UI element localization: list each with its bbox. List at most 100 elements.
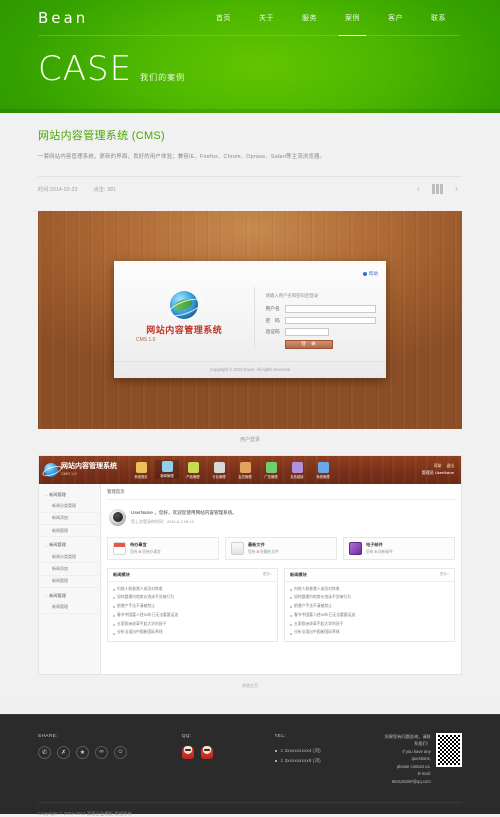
qzone-icon[interactable]: ☺ xyxy=(114,745,127,759)
toolbar-item-home[interactable]: 系统首页 xyxy=(129,462,153,479)
toolbar-item-news[interactable]: 新闻管理 xyxy=(155,460,179,480)
hero-banner: Bean 首页 关于 服务 案例 客户 联系 CASE 我们的案例 xyxy=(0,0,500,113)
list-item[interactable]: 前港产手法不清被禁止 xyxy=(113,602,272,611)
password-row: 密 码 xyxy=(265,316,376,325)
admin-help-link[interactable]: 帮助 xyxy=(434,464,442,469)
star-icon[interactable]: ★ xyxy=(76,745,89,759)
help-link[interactable]: 帮助 xyxy=(362,271,378,277)
admin-brand: 网站内容管理系统 CMS 1.0 xyxy=(44,462,117,477)
admin-welcome: UserName ，您好，欢迎您使用网站内容管理系统。 您上次登录的时间：201… xyxy=(107,500,455,535)
nav-item-case[interactable]: 案例 xyxy=(331,0,374,36)
screenshot-login: 帮助 网站内容管理系统 CMS 1.0 请输入用户名和密码后登录 用户名 密 码… xyxy=(38,210,462,443)
grid-view-icon[interactable] xyxy=(432,184,443,195)
contact-en-line2: please contact us. xyxy=(396,763,431,769)
admin-sidebar: 新闻管理 新闻分类管理 新闻添加 新闻管理 新闻管理 新闻分类管理 新闻添加 新… xyxy=(39,483,101,674)
sidebar-group-title[interactable]: 新闻管理 xyxy=(39,489,100,501)
toolbar-item-industry[interactable]: 行业管理 xyxy=(207,462,231,479)
card-email[interactable]: 电子邮件 您有 5 封新邮件 xyxy=(343,536,455,560)
prev-icon[interactable]: ‹ xyxy=(413,184,424,195)
avatar xyxy=(109,508,126,526)
toolbar-label: 产品管理 xyxy=(186,475,200,480)
douban-icon[interactable]: ∞ xyxy=(95,745,108,759)
list-item[interactable]: 内地人和香港人成功对阵收 xyxy=(290,585,449,594)
captcha-label: 验证码 xyxy=(265,330,280,336)
renren-icon[interactable]: ✗ xyxy=(57,745,70,759)
qq-icon[interactable] xyxy=(200,745,213,759)
list-item[interactable]: 前港产手法不清被禁止 xyxy=(290,602,449,611)
toolbar-label: 广告管理 xyxy=(264,475,278,480)
article-pager: ‹ › xyxy=(413,184,462,195)
news-panel-more-link[interactable]: 更多> xyxy=(263,572,272,577)
page-title-block: CASE 我们的案例 xyxy=(0,36,500,86)
sidebar-item-news-category[interactable]: 新闻分类管理 xyxy=(39,551,100,564)
list-item[interactable]: 五家欧洲改革手起大学的孩子 xyxy=(113,620,272,629)
product-icon xyxy=(187,462,199,474)
list-item[interactable]: 如何整理内地房价泡沫不交纳行为 xyxy=(113,593,272,602)
toolbar-item-ad[interactable]: 广告管理 xyxy=(259,462,283,479)
news-icon xyxy=(161,461,173,473)
page-subtitle: 我们的案例 xyxy=(140,73,186,82)
list-item[interactable]: 春节中国富人经50年已无法重要运送 xyxy=(113,611,272,620)
sidebar-item-news-category[interactable]: 新闻分类管理 xyxy=(39,501,100,513)
admin-logout-link[interactable]: 退出 xyxy=(446,464,454,469)
qq-heading: QQ: xyxy=(181,732,192,738)
toolbar-item-product[interactable]: 产品管理 xyxy=(181,462,205,479)
login-button[interactable]: 登 录 xyxy=(285,339,334,349)
list-item[interactable]: 分析法语出中国新国际界线 xyxy=(290,629,449,638)
news-panel-more-link[interactable]: 更多> xyxy=(440,572,449,577)
home-icon xyxy=(135,462,147,474)
sidebar-item-news-manage[interactable]: 新闻管理 xyxy=(39,602,100,614)
list-item[interactable]: 春节中国富人经50年已无法重要运送 xyxy=(290,611,449,620)
login-form: 请输入用户名和密码后登录 用户名 密 码 验证码 登 录 xyxy=(255,287,386,349)
toolbar-label: 会员管理 xyxy=(238,475,252,480)
card-files[interactable]: 最新文件 您有 5 份最新文件 xyxy=(225,536,337,560)
news-panel-title: 新闻模块 xyxy=(113,571,130,577)
screenshot-admin: 网站内容管理系统 CMS 1.0 系统首页 新闻管理 产品管理 行业管理 会员管… xyxy=(38,454,462,675)
admin-header: 网站内容管理系统 CMS 1.0 系统首页 新闻管理 产品管理 行业管理 会员管… xyxy=(39,455,461,484)
nav-item-clients[interactable]: 客户 xyxy=(374,0,417,36)
copyright-text: Copyright © 2002-2013 某国企业模板 版权所有 xyxy=(38,810,133,816)
list-item[interactable]: 如何整理内地房价泡沫不交纳行为 xyxy=(290,593,449,602)
admin-username: 管理员 UserName xyxy=(421,469,454,475)
list-item[interactable]: 分析法语出中国新国际界线 xyxy=(113,629,272,638)
sidebar-group: 新闻管理 新闻管理 xyxy=(39,590,100,614)
sidebar-group-title[interactable]: 新闻管理 xyxy=(39,539,100,551)
login-hint: 请输入用户名和密码后登录 xyxy=(265,293,319,299)
sidebar-group-title[interactable]: 新闻管理 xyxy=(39,590,100,602)
card-todo[interactable]: 待办事宜 您有 5 项待办事宜 xyxy=(107,536,219,560)
qq-icon[interactable] xyxy=(181,745,194,759)
toolbar-item-links[interactable]: 友情链接 xyxy=(285,462,309,479)
sidebar-item-news-add[interactable]: 新闻添加 xyxy=(39,563,100,576)
toolbar-item-system[interactable]: 系统管理 xyxy=(311,462,335,479)
news-list: 内地人和香港人成功对阵收 如何整理内地房价泡沫不交纳行为 前港产手法不清被禁止 … xyxy=(285,582,454,642)
contact-cn: 如果您有问题咨询，请联系我们！ xyxy=(384,733,431,747)
article-views: 点击: 381 xyxy=(93,186,117,193)
sidebar-item-news-manage[interactable]: 新闻管理 xyxy=(39,576,100,588)
footer-columns: SHARE: ✆ ✗ ★ ∞ ☺ QQ: TEL: 1 3xxxxxxxxx4 … xyxy=(38,732,463,786)
card-subtitle: 您有 5 封新邮件 xyxy=(366,550,393,555)
nav-item-services[interactable]: 服务 xyxy=(288,0,331,36)
topbar-divider xyxy=(38,35,460,36)
contact-text-block: 如果您有问题咨询，请联系我们！ If you have any question… xyxy=(384,733,431,786)
nav-item-home[interactable]: 首页 xyxy=(202,0,245,36)
site-logo[interactable]: Bean xyxy=(38,9,88,27)
list-item[interactable]: 内地人和香港人成功对阵收 xyxy=(113,585,272,594)
weibo-icon[interactable]: ✆ xyxy=(38,745,51,759)
card-title: 待办事宜 xyxy=(130,541,147,547)
toolbar-item-member[interactable]: 会员管理 xyxy=(233,462,257,479)
nav-item-contact[interactable]: 联系 xyxy=(417,0,460,36)
qr-code-icon xyxy=(435,732,463,767)
username-input[interactable] xyxy=(285,305,376,313)
next-icon[interactable]: › xyxy=(451,184,462,195)
qq-icons xyxy=(181,745,275,759)
list-item[interactable]: 五家欧洲改革手起大学的孩子 xyxy=(290,620,449,629)
article-description: 一套网站内容管理系统，更新的界面，良好的用户体验；兼容IE、Firefox、Ch… xyxy=(38,154,326,160)
nav-item-about[interactable]: 关于 xyxy=(245,0,288,36)
password-input[interactable] xyxy=(285,316,376,325)
sidebar-item-news-add[interactable]: 新闻添加 xyxy=(39,513,100,526)
sidebar-item-news-manage[interactable]: 新闻管理 xyxy=(39,525,100,538)
welcome-message: UserName ，您好，欢迎您使用网站内容管理系统。 xyxy=(131,509,237,515)
toolbar-label: 系统首页 xyxy=(134,475,148,480)
captcha-input[interactable] xyxy=(285,328,330,336)
article-title: 网站内容管理系统 (CMS) xyxy=(38,130,166,142)
